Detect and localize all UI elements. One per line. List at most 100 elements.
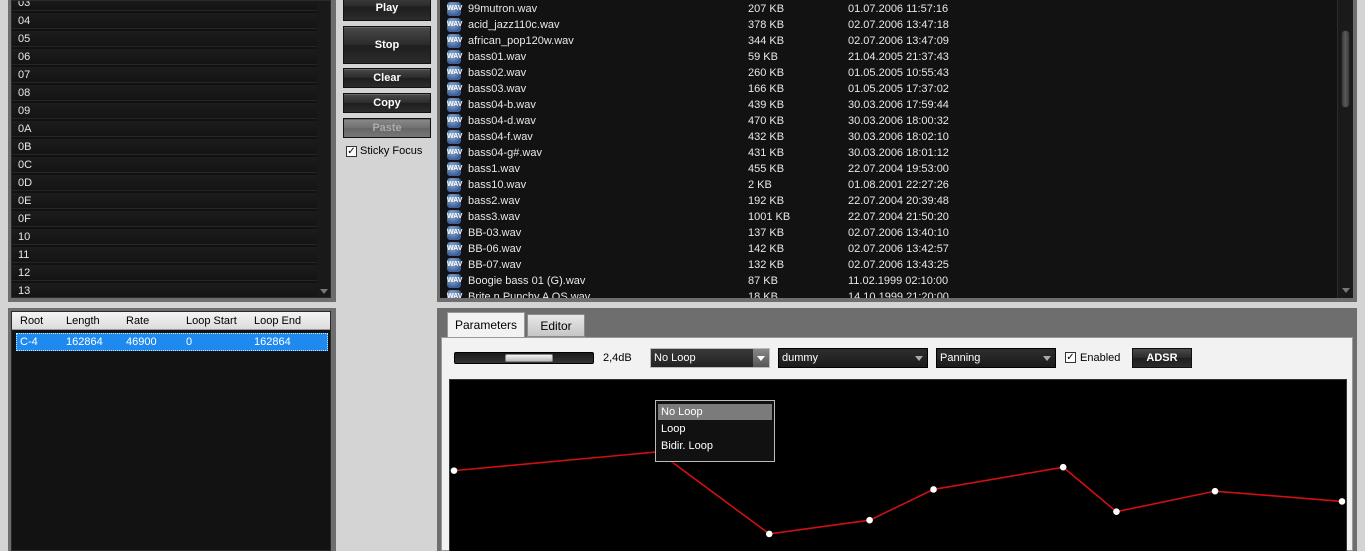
- loop-mode-select[interactable]: No Loop: [650, 348, 770, 368]
- column-header-loop-start[interactable]: Loop Start: [186, 315, 237, 327]
- instrument-list-item[interactable]: 03: [12, 1, 318, 11]
- file-size: 207 KB: [748, 3, 785, 15]
- instrument-list-item[interactable]: 0B: [12, 139, 318, 155]
- instrument-list-item[interactable]: 10: [12, 229, 318, 245]
- instrument-list-item[interactable]: 04: [12, 13, 318, 29]
- column-header-rate[interactable]: Rate: [126, 315, 149, 327]
- file-row[interactable]: WAV 99mutron.wav 207 KB 01.07.2006 11:57:16: [440, 1, 1337, 17]
- instrument-list-item[interactable]: 13: [12, 283, 318, 297]
- sticky-focus-checkbox[interactable]: ✓: [346, 146, 357, 157]
- file-row[interactable]: WAV Brite n Punchy A OS.wav 18 KB 14.10.199…: [440, 289, 1337, 298]
- envelope-point[interactable]: [866, 516, 873, 524]
- file-row[interactable]: WAV bass03.wav 166 KB 01.05.2005 17:37:02: [440, 81, 1337, 97]
- wav-file-icon: WAV: [447, 82, 462, 96]
- cell-loop-end: 162864: [254, 336, 291, 348]
- wav-file-icon: WAV: [447, 210, 462, 224]
- envelope-point[interactable]: [765, 530, 773, 538]
- envelope-point[interactable]: [930, 486, 937, 493]
- instrument-list-item[interactable]: 09: [12, 103, 318, 119]
- copy-button[interactable]: Copy: [343, 93, 431, 113]
- file-row[interactable]: WAV BB-07.wav 132 KB 02.07.2006 13:43:25: [440, 257, 1337, 273]
- enabled-checkbox[interactable]: ✓: [1065, 352, 1076, 363]
- loop-option-no-loop[interactable]: No Loop: [658, 404, 772, 420]
- instrument-list-item[interactable]: 11: [12, 247, 318, 263]
- envelope-point[interactable]: [1113, 508, 1120, 515]
- file-name: bass3.wav: [468, 211, 520, 223]
- file-size: 1001 KB: [748, 211, 791, 223]
- scrollbar-thumb[interactable]: [1341, 30, 1350, 108]
- chevron-down-icon[interactable]: [1039, 349, 1055, 367]
- instrument-list-item[interactable]: 07: [12, 67, 318, 83]
- tab-parameters[interactable]: Parameters: [447, 312, 525, 338]
- instrument-list-scrollbar[interactable]: [317, 1, 330, 297]
- chevron-down-icon[interactable]: [753, 349, 769, 367]
- chevron-down-icon[interactable]: [911, 349, 927, 367]
- loop-option-loop[interactable]: Loop: [658, 421, 772, 437]
- file-row[interactable]: WAV bass02.wav 260 KB 01.05.2005 10:55:43: [440, 65, 1337, 81]
- column-header-root[interactable]: Root: [20, 315, 43, 327]
- instrument-list-item[interactable]: 0F: [12, 211, 318, 227]
- instrument-list-item[interactable]: 12: [12, 265, 318, 281]
- file-name: bass03.wav: [468, 83, 527, 95]
- instrument-list-item[interactable]: 0A: [12, 121, 318, 137]
- wav-file-icon: WAV: [447, 114, 462, 128]
- instrument-list-item[interactable]: 05: [12, 31, 318, 47]
- file-size: 378 KB: [748, 19, 785, 31]
- envelope-point[interactable]: [1211, 487, 1219, 495]
- envelope-point[interactable]: [450, 467, 458, 474]
- file-row[interactable]: WAV bass04-f.wav 432 KB 30.03.2006 18:02:10: [440, 129, 1337, 145]
- envelope-type-select[interactable]: Panning: [936, 348, 1056, 368]
- file-row[interactable]: WAV acid_jazz110c.wav 378 KB 02.07.2006 13:…: [440, 17, 1337, 33]
- file-row[interactable]: WAV bass10.wav 2 KB 01.08.2001 22:27:26: [440, 177, 1337, 193]
- file-row[interactable]: WAV Boogie bass 01 (G).wav 87 KB 11.02.1999…: [440, 273, 1337, 289]
- file-row[interactable]: WAV bass04-b.wav 439 KB 30.03.2006 17:59:44: [440, 97, 1337, 113]
- envelope-point[interactable]: [1059, 463, 1067, 471]
- file-row[interactable]: WAV BB-06.wav 142 KB 02.07.2006 13:42:57: [440, 241, 1337, 257]
- adsr-button[interactable]: ADSR: [1132, 348, 1192, 368]
- file-row[interactable]: WAV african_pop120w.wav 344 KB 02.07.2006 1…: [440, 33, 1337, 49]
- scroll-down-icon[interactable]: [320, 289, 328, 294]
- tab-editor[interactable]: Editor: [527, 314, 585, 337]
- file-row[interactable]: WAV bass3.wav 1001 KB 22.07.2004 21:50:20: [440, 209, 1337, 225]
- table-row[interactable]: C-4 162864 46900 0 162864: [16, 333, 328, 351]
- parameters-panel: Parameters Editor 2,4dB No Loop dummy Pa…: [437, 308, 1357, 551]
- file-name: bass1.wav: [468, 163, 520, 175]
- file-row[interactable]: WAV bass04-d.wav 470 KB 30.03.2006 18:00:32: [440, 113, 1337, 129]
- file-size: 18 KB: [748, 291, 778, 298]
- paste-button[interactable]: Paste: [343, 118, 431, 138]
- instrument-list-item[interactable]: 0C: [12, 157, 318, 173]
- cell-length: 162864: [66, 336, 103, 348]
- sample-select[interactable]: dummy: [778, 348, 928, 368]
- file-row[interactable]: WAV bass01.wav 59 KB 21.04.2005 21:37:43: [440, 49, 1337, 65]
- file-row[interactable]: WAV bass2.wav 192 KB 22.07.2004 20:39:48: [440, 193, 1337, 209]
- file-row[interactable]: WAV bass1.wav 455 KB 22.07.2004 19:53:00: [440, 161, 1337, 177]
- file-size: 59 KB: [748, 51, 778, 63]
- file-name: bass01.wav: [468, 51, 527, 63]
- file-name: african_pop120w.wav: [468, 35, 574, 47]
- file-name: BB-03.wav: [468, 227, 522, 239]
- wav-file-icon: WAV: [447, 66, 462, 80]
- file-row[interactable]: WAV BB-03.wav 137 KB 02.07.2006 13:40:10: [440, 225, 1337, 241]
- instrument-list-item[interactable]: 06: [12, 49, 318, 65]
- volume-slider[interactable]: [454, 352, 594, 364]
- file-size: 432 KB: [748, 131, 785, 143]
- envelope-point[interactable]: [1338, 498, 1346, 505]
- instrument-list-item[interactable]: 0E: [12, 193, 318, 209]
- file-row[interactable]: WAV bass04-g#.wav 431 KB 30.03.2006 18:01:1…: [440, 145, 1337, 161]
- envelope-graph[interactable]: [450, 380, 1346, 551]
- envelope-editor[interactable]: [449, 379, 1347, 551]
- scroll-down-icon[interactable]: [1342, 288, 1350, 293]
- instrument-list-item[interactable]: 08: [12, 85, 318, 101]
- play-button[interactable]: Play: [343, 0, 431, 21]
- column-header-loop-end[interactable]: Loop End: [254, 315, 301, 327]
- file-date: 01.05.2005 17:37:02: [848, 83, 949, 95]
- wav-file-icon: WAV: [447, 130, 462, 144]
- stop-button[interactable]: Stop: [343, 26, 431, 64]
- loop-option-bidir-loop[interactable]: Bidir. Loop: [658, 438, 772, 454]
- column-header-length[interactable]: Length: [66, 315, 100, 327]
- volume-slider-thumb[interactable]: [505, 354, 553, 362]
- clear-button[interactable]: Clear: [343, 68, 431, 88]
- file-browser-scrollbar[interactable]: [1337, 0, 1353, 298]
- instrument-list-item[interactable]: 0D: [12, 175, 318, 191]
- wav-file-icon: WAV: [447, 146, 462, 160]
